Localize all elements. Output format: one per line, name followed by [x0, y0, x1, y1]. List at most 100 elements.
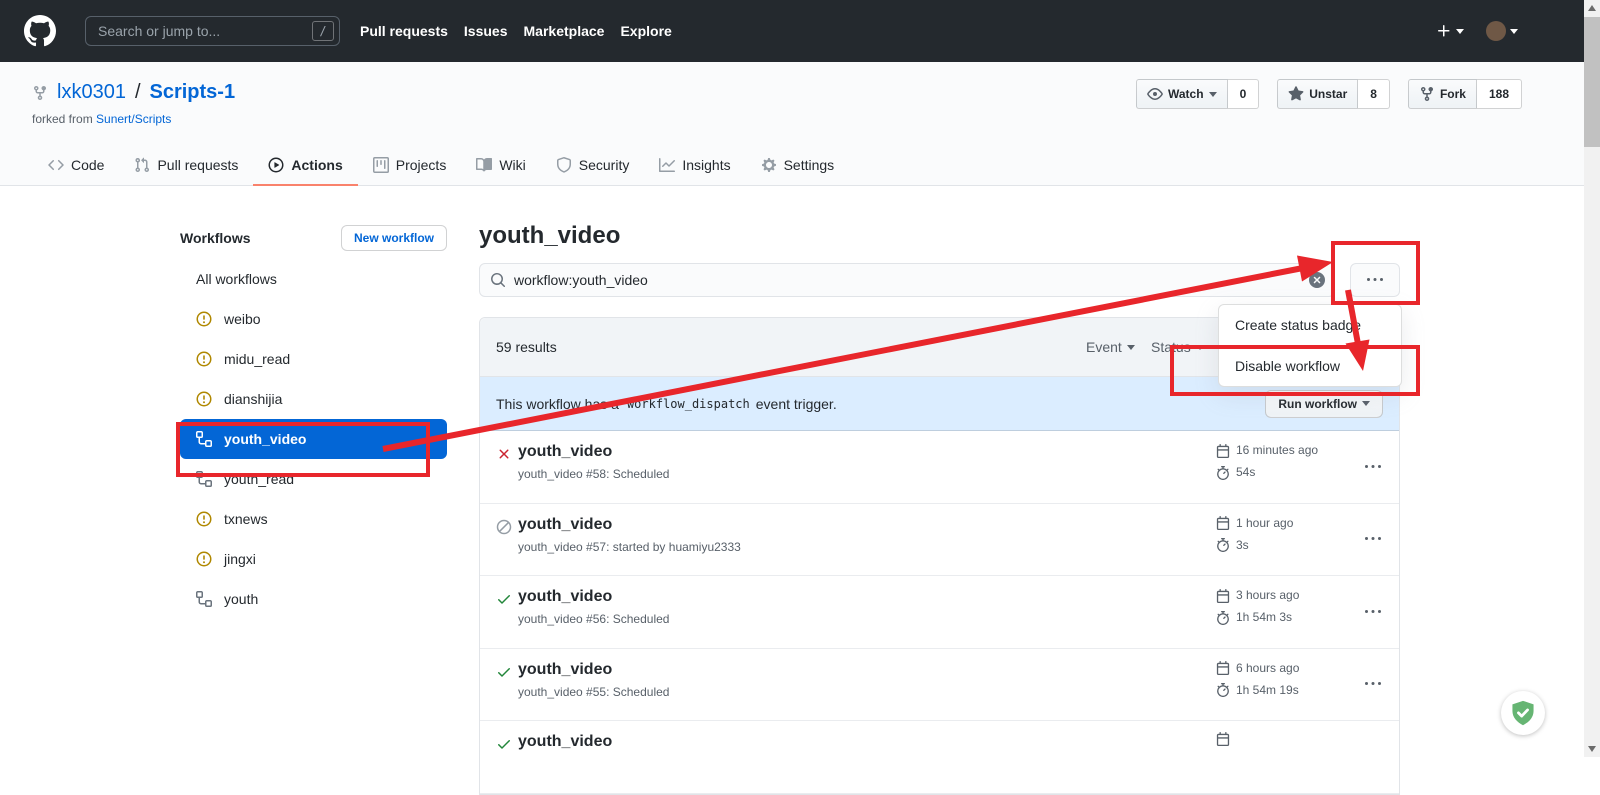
watch-button[interactable]: Watch [1136, 79, 1228, 109]
run-title-link[interactable]: youth_video [518, 516, 612, 533]
run-workflow-button[interactable]: Run workflow [1265, 390, 1383, 418]
eye-icon [1147, 86, 1163, 102]
tab-wiki[interactable]: Wiki [461, 145, 540, 186]
repo-owner-link[interactable]: lxk0301 [57, 81, 126, 104]
sidebar-item-youth[interactable]: youth [180, 579, 447, 619]
run-row[interactable]: youth_video youth_video #58: Scheduled 1… [480, 431, 1399, 504]
workflow-options-menu: Create status badge Disable workflow [1218, 304, 1402, 387]
run-title-link[interactable]: youth_video [518, 443, 612, 460]
runs-filter-input[interactable] [479, 263, 1335, 297]
tab-pull-requests[interactable]: Pull requests [119, 145, 253, 186]
workflows-title: Workflows [180, 230, 251, 246]
run-row[interactable]: youth_video youth_video #56: Scheduled 3… [480, 576, 1399, 649]
tab-security[interactable]: Security [541, 145, 645, 186]
shield-icon [556, 157, 572, 173]
workflow-icon [196, 431, 212, 447]
kebab-icon[interactable] [1365, 604, 1381, 620]
pull-request-icon [134, 157, 150, 173]
sidebar-item-dianshijia[interactable]: dianshijia [180, 379, 447, 419]
sidebar-item-youth-read[interactable]: youth_read [180, 459, 447, 499]
kebab-icon[interactable] [1365, 676, 1381, 692]
run-texts: youth_video [518, 733, 612, 757]
sidebar-item-youth-video[interactable]: youth_video [180, 419, 447, 459]
sidebar-item-midu-read[interactable]: midu_read [180, 339, 447, 379]
fork-button[interactable]: Fork [1408, 79, 1477, 109]
fork-count[interactable]: 188 [1477, 79, 1522, 109]
chevron-down-icon [1196, 345, 1204, 350]
run-title-link[interactable]: youth_video [518, 661, 612, 678]
repo-action-buttons: Watch 0 Unstar 8 Fork 188 [1136, 79, 1522, 109]
watch-button-group: Watch 0 [1136, 79, 1259, 109]
scrollbar-down-arrow[interactable] [1584, 741, 1600, 757]
tab-label: Wiki [499, 157, 525, 173]
star-count[interactable]: 8 [1358, 79, 1390, 109]
status-filter-dropdown[interactable]: Status [1151, 339, 1204, 355]
clear-filter-icon[interactable] [1309, 272, 1325, 288]
github-logo-icon[interactable] [24, 15, 56, 47]
menu-item-create-status-badge[interactable]: Create status badge [1219, 305, 1401, 345]
run-title-link[interactable]: youth_video [518, 588, 612, 605]
repo-forked-icon [1419, 86, 1435, 102]
kebab-icon [1367, 272, 1383, 288]
failure-x-icon [496, 446, 512, 462]
watch-count[interactable]: 0 [1228, 79, 1260, 109]
global-search-input[interactable] [85, 16, 340, 46]
workflow-item-label: midu_read [224, 351, 290, 367]
runs-filter-row [479, 263, 1400, 297]
sidebar-item-weibo[interactable]: weibo [180, 299, 447, 339]
nav-link-issues[interactable]: Issues [464, 23, 508, 39]
run-row[interactable]: youth_video [480, 721, 1399, 794]
tab-label: Actions [291, 157, 342, 173]
success-check-icon [496, 664, 512, 680]
nav-link-explore[interactable]: Explore [620, 23, 671, 39]
create-new-menu[interactable] [1436, 23, 1464, 39]
run-title-link[interactable]: youth_video [518, 733, 612, 750]
menu-item-disable-workflow[interactable]: Disable workflow [1219, 345, 1401, 386]
scrollbar-thumb[interactable] [1584, 17, 1600, 147]
workflow-item-label: youth [224, 591, 258, 607]
run-meta: 3 hours ago 1h 54m 3s [1216, 587, 1299, 631]
avatar [1486, 21, 1506, 41]
sidebar-item-all-workflows[interactable]: All workflows [180, 259, 447, 299]
page-scrollbar[interactable] [1584, 0, 1600, 757]
run-row[interactable]: youth_video youth_video #57: started by … [480, 504, 1399, 577]
sidebar-item-jingxi[interactable]: jingxi [180, 539, 447, 579]
tab-label: Code [71, 157, 104, 173]
shield-check-icon [1510, 700, 1536, 726]
tab-insights[interactable]: Insights [644, 145, 745, 186]
chevron-down-icon [1209, 92, 1217, 97]
workflow-list: All workflows weibo midu_read dianshijia… [180, 259, 447, 619]
kebab-icon[interactable] [1365, 459, 1381, 475]
run-row[interactable]: youth_video youth_video #55: Scheduled 6… [480, 649, 1399, 722]
nav-link-pull-requests[interactable]: Pull requests [360, 23, 448, 39]
repo-name-link[interactable]: Scripts-1 [150, 81, 236, 104]
forked-from-link[interactable]: Sunert/Scripts [96, 112, 171, 126]
repo-title: lxk0301 / Scripts-1 [32, 81, 235, 104]
tab-actions[interactable]: Actions [253, 145, 357, 186]
new-workflow-button[interactable]: New workflow [341, 225, 447, 251]
chevron-down-icon [1456, 29, 1464, 34]
success-check-icon [496, 591, 512, 607]
workflow-item-label: weibo [224, 311, 261, 327]
unstar-button[interactable]: Unstar [1277, 79, 1358, 109]
run-texts: youth_video youth_video #56: Scheduled [518, 588, 669, 626]
repo-separator: / [135, 81, 141, 104]
nav-link-marketplace[interactable]: Marketplace [524, 23, 605, 39]
calendar-icon [1216, 444, 1230, 458]
forked-from-label: forked from [32, 112, 93, 126]
scrollbar-up-arrow[interactable] [1584, 0, 1600, 16]
stopwatch-icon [1216, 538, 1230, 552]
user-menu[interactable] [1486, 21, 1518, 41]
sidebar-item-txnews[interactable]: txnews [180, 499, 447, 539]
tab-code[interactable]: Code [33, 145, 119, 186]
project-icon [373, 157, 389, 173]
notice-text: This workflow has a [496, 396, 619, 412]
kebab-icon[interactable] [1365, 531, 1381, 547]
tab-settings[interactable]: Settings [746, 145, 850, 186]
adblock-shield-badge[interactable] [1501, 691, 1545, 735]
repo-forked-icon [32, 85, 48, 101]
event-filter-dropdown[interactable]: Event [1086, 339, 1135, 355]
tab-projects[interactable]: Projects [358, 145, 462, 186]
fork-label: Fork [1440, 87, 1466, 101]
workflow-options-button[interactable] [1350, 263, 1400, 297]
